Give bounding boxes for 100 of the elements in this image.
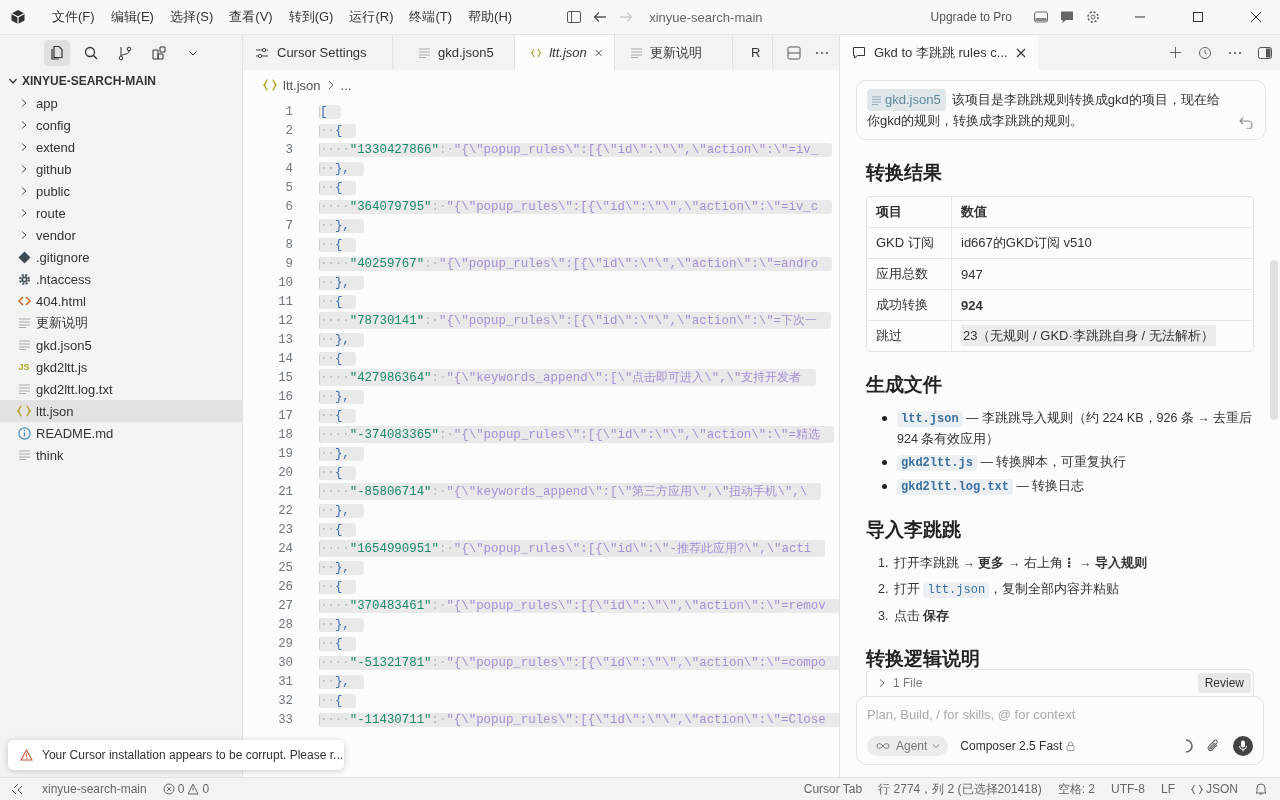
status-item[interactable]: Cursor Tab: [803, 782, 863, 796]
table-cell: 947: [952, 259, 1253, 290]
menu-item[interactable]: 选择(S): [163, 5, 220, 29]
tab-label: R: [751, 45, 761, 60]
line-number: 11: [277, 294, 293, 309]
breadcrumb-item[interactable]: ltt.json: [283, 77, 321, 93]
table-cell: 成功转换: [867, 290, 952, 321]
remote-icon[interactable]: [10, 782, 24, 796]
app-logo-icon: [10, 9, 26, 25]
files-icon[interactable]: [44, 39, 70, 66]
paperclip-icon[interactable]: [1205, 738, 1221, 754]
more-icon[interactable]: [1228, 50, 1242, 55]
file-tree-item[interactable]: 更新说明: [0, 312, 242, 334]
explorer-root[interactable]: XINYUE-SEARCH-MAIN: [0, 70, 242, 92]
line-number: 14: [277, 351, 293, 366]
file-tree-item[interactable]: JS gkd2ltt.js: [0, 356, 242, 378]
model-selector[interactable]: Composer 2.5 Fast: [960, 739, 1076, 753]
text-lines-icon: [18, 340, 30, 350]
file-tree-item[interactable]: vendor: [0, 224, 242, 246]
panel-icon[interactable]: [1033, 9, 1049, 25]
file-tree-item[interactable]: public: [0, 180, 242, 202]
problems-status[interactable]: 0 0: [162, 782, 210, 796]
file-tree-item[interactable]: app: [0, 92, 242, 114]
line-number: 8: [284, 237, 293, 252]
line-number: 13: [277, 332, 293, 347]
table-cell: GKD 订阅: [867, 228, 952, 259]
status-item[interactable]: 行 2774，列 2 (已选择201418): [878, 780, 1042, 798]
tab-label: gkd.json5: [438, 45, 494, 60]
upgrade-button[interactable]: Upgrade to Pro: [924, 9, 1018, 25]
code-brackets-icon: [17, 296, 31, 306]
list-text: — 李跳跳导入规则（约 224 KB，926 条 → 去重后: [965, 411, 1253, 425]
editor-tab[interactable]: Cursor Settings: [243, 35, 393, 70]
back-arrow-icon[interactable]: [592, 9, 609, 25]
status-item[interactable]: LF: [1160, 782, 1175, 796]
file-tree-item[interactable]: config: [0, 114, 242, 136]
file-tree-item[interactable]: github: [0, 158, 242, 180]
step-number: 2.: [878, 581, 890, 598]
file-tree-item[interactable]: think: [0, 444, 242, 466]
menu-item[interactable]: 查看(V): [223, 5, 279, 29]
code-span[interactable]: ltt.json: [897, 411, 963, 427]
history-icon[interactable]: [1198, 45, 1212, 60]
chat-icon[interactable]: [1059, 9, 1075, 25]
bullet-icon: [882, 460, 887, 465]
file-tree-item[interactable]: .gitignore: [0, 246, 242, 268]
editor-tab[interactable]: 更新说明: [615, 35, 733, 70]
line-number: 23: [277, 522, 293, 537]
file-tree-item[interactable]: gkd.json5: [0, 334, 242, 356]
file-tree-item[interactable]: ltt.json: [0, 400, 242, 422]
menu-item[interactable]: 文件(F): [46, 5, 101, 29]
line-number: 16: [277, 389, 293, 404]
list-text: — 转换脚本，可重复执行: [979, 455, 1127, 469]
text-lines-icon: [419, 47, 430, 58]
chat-tab[interactable]: Gkd to 李跳跳 rules c...: [840, 35, 1038, 70]
settings-icon[interactable]: [1085, 9, 1101, 25]
close-icon[interactable]: [1015, 47, 1026, 58]
language-status[interactable]: JSON: [1191, 782, 1238, 796]
file-tree-item[interactable]: gkd2ltt.log.txt: [0, 378, 242, 400]
line-number: 17: [277, 408, 293, 423]
code-span[interactable]: gkd2ltt.log.txt: [897, 479, 1014, 495]
code-span[interactable]: gkd2ltt.js: [897, 455, 977, 471]
editor-tab[interactable]: ltt.json: [515, 35, 615, 70]
microphone-icon[interactable]: [1233, 736, 1253, 756]
undo-icon[interactable]: [1239, 117, 1253, 129]
lock-icon: [1066, 741, 1076, 751]
more-icon[interactable]: [815, 50, 829, 55]
chat-input[interactable]: Plan, Build, / for skills, @ for context Agent Composer 2.5 Fast: [856, 696, 1264, 765]
file-tree-item[interactable]: route: [0, 202, 242, 224]
code-span[interactable]: ltt.json: [923, 582, 990, 598]
editor-tab[interactable]: R: [733, 35, 773, 70]
breadcrumb-item[interactable]: ...: [340, 77, 352, 93]
scrollbar[interactable]: [1270, 260, 1278, 420]
menu-item[interactable]: 转到(G): [282, 5, 340, 29]
agent-mode-button[interactable]: Agent: [867, 736, 949, 756]
table-cell: id667的GKD订阅 v510: [952, 228, 1253, 259]
file-tree-item[interactable]: .htaccess: [0, 268, 242, 290]
warning-icon: [20, 749, 33, 761]
section-heading: 转换结果: [866, 161, 943, 185]
status-branch[interactable]: xinyue-search-main: [42, 782, 147, 796]
file-tree-item[interactable]: extend: [0, 136, 242, 158]
infinity-icon: [875, 742, 891, 750]
step-number: 3.: [878, 608, 890, 625]
maximize-icon[interactable]: [1192, 11, 1204, 23]
review-button[interactable]: Review: [1197, 673, 1251, 693]
close-icon[interactable]: [1250, 11, 1262, 23]
sidebar-toggle-icon[interactable]: [566, 9, 583, 25]
status-item[interactable]: 空格: 2: [1057, 780, 1095, 798]
file-tree-item[interactable]: 404.html: [0, 290, 242, 312]
panel-toggle-icon[interactable]: [1258, 46, 1272, 59]
file-tree-item[interactable]: README.md: [0, 422, 242, 444]
explorer-title: XINYUE-SEARCH-MAIN: [22, 74, 156, 88]
user-message[interactable]: gkd.json5 该项目是李跳跳规则转换成gkd的项目，现在给 你gkd的规则，转换成李跳跳的规则。: [856, 80, 1266, 140]
status-item[interactable]: UTF-8: [1110, 782, 1145, 796]
menu-item[interactable]: 帮助(H): [462, 5, 519, 29]
bell-icon[interactable]: [1254, 782, 1268, 796]
text-lines-icon: [18, 318, 30, 328]
menu-item[interactable]: 运行(R): [343, 5, 400, 29]
split-editor-icon[interactable]: [787, 45, 801, 60]
menu-item[interactable]: 编辑(E): [104, 5, 160, 29]
plus-icon[interactable]: [1169, 46, 1182, 59]
menu-item[interactable]: 终端(T): [403, 5, 459, 29]
